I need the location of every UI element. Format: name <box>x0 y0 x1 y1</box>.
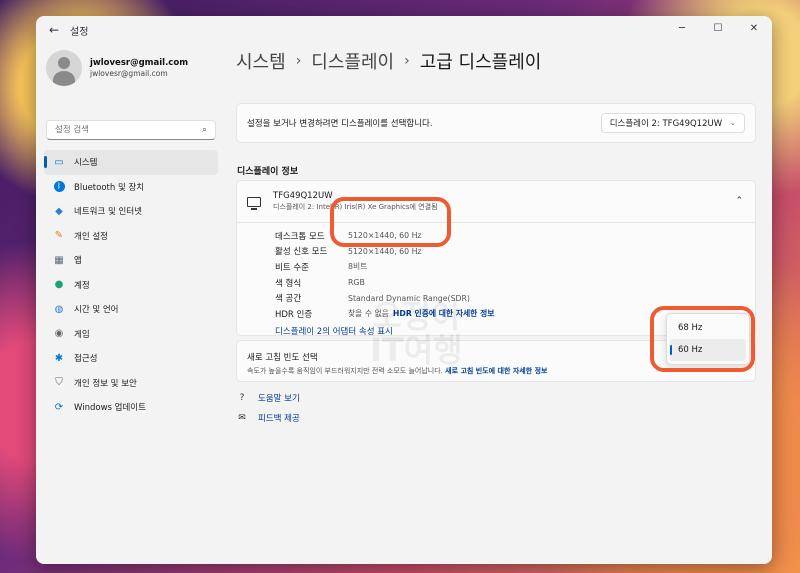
hdr-info-link[interactable]: HDR 인증에 대한 자세한 정보 <box>393 308 495 319</box>
sidebar-item-accounts[interactable]: ● 계정 <box>44 273 218 298</box>
info-key: 색 공간 <box>275 294 302 305</box>
chevron-up-icon[interactable]: ⌃ <box>735 196 743 206</box>
sidebar-item-label: 계정 <box>74 280 90 291</box>
apps-icon: ▦ <box>54 254 64 266</box>
sidebar-item-personalization[interactable]: ✎ 개인 설정 <box>44 224 218 249</box>
search-box[interactable]: ⌕ <box>46 120 216 140</box>
info-row: 색 형식 RGB <box>275 275 755 291</box>
shield-icon: ⛉ <box>55 377 63 389</box>
get-help-link[interactable]: ? 도움말 보기 <box>236 388 300 408</box>
sidebar-item-network[interactable]: ◆ 네트워크 및 인터넷 <box>44 199 218 224</box>
give-feedback-link[interactable]: ✉ 피드백 제공 <box>236 408 300 428</box>
sidebar-item-system[interactable]: ▭ 시스템 <box>44 150 218 175</box>
sidebar-item-apps[interactable]: ▦ 앱 <box>44 248 218 273</box>
sidebar-item-gaming[interactable]: ◉ 게임 <box>44 322 218 347</box>
breadcrumb: 시스템 › 디스플레이 › 고급 디스플레이 <box>236 48 541 74</box>
maximize-icon: ☐ <box>713 22 723 34</box>
display-info-header[interactable]: TFG49Q12UW 디스플레이 2: Intel(R) Iris(R) Xe … <box>237 181 755 223</box>
window-controls: ─ ☐ ✕ <box>664 16 772 40</box>
accessibility-icon: ✱ <box>54 352 64 364</box>
page-title: 고급 디스플레이 <box>419 52 542 73</box>
close-icon: ✕ <box>749 22 759 34</box>
highlight-annotation <box>330 197 451 247</box>
info-value: 5120×1440, 60 Hz <box>348 246 422 256</box>
info-value: 찾을 수 없음 <box>348 309 389 319</box>
user-profile[interactable]: jwlovesr@gmail.com jwlovesr@gmail.com <box>46 50 188 86</box>
back-arrow-icon: ← <box>48 23 60 37</box>
monitor-icon <box>247 196 261 210</box>
profile-email: jwlovesr@gmail.com <box>90 69 168 78</box>
chevron-down-icon: ⌄ <box>730 119 736 127</box>
wifi-icon: ◆ <box>55 205 63 217</box>
title-bar: ← 설정 ─ ☐ ✕ <box>36 16 772 44</box>
sidebar-item-label: 시스템 <box>74 158 98 169</box>
info-key: 활성 신호 모드 <box>275 247 328 258</box>
minimize-button[interactable]: ─ <box>664 16 700 40</box>
avatar <box>46 50 82 86</box>
sidebar-nav: ▭ 시스템 ᛒ Bluetooth 및 장치 ◆ 네트워크 및 인터넷 ✎ 개인… <box>44 150 218 420</box>
sidebar-item-privacy[interactable]: ⛉ 개인 정보 및 보안 <box>44 371 218 396</box>
sidebar-item-time-language[interactable]: ◍ 시간 및 언어 <box>44 297 218 322</box>
main-content: 시스템 › 디스플레이 › 고급 디스플레이 설정을 보거나 변경하려면 디스플… <box>228 44 772 564</box>
minimize-icon: ─ <box>678 22 686 34</box>
sidebar-item-bluetooth[interactable]: ᛒ Bluetooth 및 장치 <box>44 175 218 200</box>
info-value: 8비트 <box>348 262 368 272</box>
display-dropdown-value: 디스플레이 2: TFG49Q12UW <box>609 119 723 129</box>
search-icon[interactable]: ⌕ <box>202 125 207 135</box>
globe-icon: ◍ <box>54 303 64 315</box>
sidebar-item-label: 시간 및 언어 <box>74 305 119 316</box>
profile-name: jwlovesr@gmail.com <box>90 58 189 68</box>
sidebar-item-label: 개인 정보 및 보안 <box>74 378 137 389</box>
sidebar-item-label: 접근성 <box>74 354 98 365</box>
sidebar-item-label: Windows 업데이트 <box>74 403 146 414</box>
sidebar-item-windows-update[interactable]: ⟳ Windows 업데이트 <box>44 395 218 420</box>
display-select-label: 설정을 보거나 변경하려면 디스플레이를 선택합니다. <box>247 119 433 129</box>
sidebar-item-label: 네트워크 및 인터넷 <box>74 207 142 218</box>
info-key: 색 형식 <box>275 278 302 289</box>
info-row: 비트 수준 8비트 <box>275 259 755 275</box>
breadcrumb-display[interactable]: 디스플레이 <box>311 48 394 74</box>
refresh-rate-desc-text: 속도가 높을수록 움직임이 부드러워지지만 전력 소모도 늘어납니다. <box>247 367 443 375</box>
settings-window: ← 설정 ─ ☐ ✕ jwlovesr@gmail.com jwlovesr@g… <box>36 16 772 564</box>
highlight-annotation <box>650 306 755 372</box>
info-value: RGB <box>348 278 365 288</box>
sidebar-item-label: 앱 <box>74 256 82 267</box>
sidebar-item-label: 게임 <box>74 329 90 340</box>
chevron-right-icon: › <box>404 53 410 69</box>
info-value: Standard Dynamic Range(SDR) <box>348 293 470 303</box>
help-icon: ? <box>239 393 245 403</box>
get-help-label: 도움말 보기 <box>258 394 300 404</box>
sidebar: jwlovesr@gmail.com jwlovesr@gmail.com ⌕ … <box>36 44 228 564</box>
display-select-card: 설정을 보거나 변경하려면 디스플레이를 선택합니다. 디스플레이 2: TFG… <box>236 103 756 143</box>
feedback-icon: ✉ <box>238 413 246 423</box>
update-icon: ⟳ <box>54 401 64 413</box>
display-dropdown[interactable]: 디스플레이 2: TFG49Q12UW ⌄ <box>600 113 745 133</box>
back-button[interactable]: ← <box>40 16 68 44</box>
window-title: 설정 <box>70 26 89 38</box>
monitor-icon: ▭ <box>54 156 64 168</box>
sidebar-item-accessibility[interactable]: ✱ 접근성 <box>44 346 218 371</box>
search-input[interactable] <box>55 125 202 135</box>
sidebar-item-label: 개인 설정 <box>74 231 108 242</box>
info-key: 비트 수준 <box>275 262 309 273</box>
chevron-right-icon: › <box>295 53 302 69</box>
brush-icon: ✎ <box>54 230 64 242</box>
maximize-button[interactable]: ☐ <box>700 16 736 40</box>
refresh-rate-info-link[interactable]: 새로 고침 빈도에 대한 자세한 정보 <box>445 367 547 375</box>
info-row: 색 공간 Standard Dynamic Range(SDR) <box>275 290 755 306</box>
breadcrumb-system[interactable]: 시스템 <box>236 48 286 74</box>
give-feedback-label: 피드백 제공 <box>258 414 300 424</box>
gamepad-icon: ◉ <box>54 328 64 340</box>
section-title: 디스플레이 정보 <box>237 167 299 177</box>
sidebar-item-label: Bluetooth 및 장치 <box>74 182 145 193</box>
close-button[interactable]: ✕ <box>736 16 772 40</box>
help-links: ? 도움말 보기 ✉ 피드백 제공 <box>236 388 300 428</box>
info-key: HDR 인증 <box>275 309 313 320</box>
person-icon: ● <box>54 279 64 291</box>
bluetooth-icon: ᛒ <box>52 180 66 194</box>
